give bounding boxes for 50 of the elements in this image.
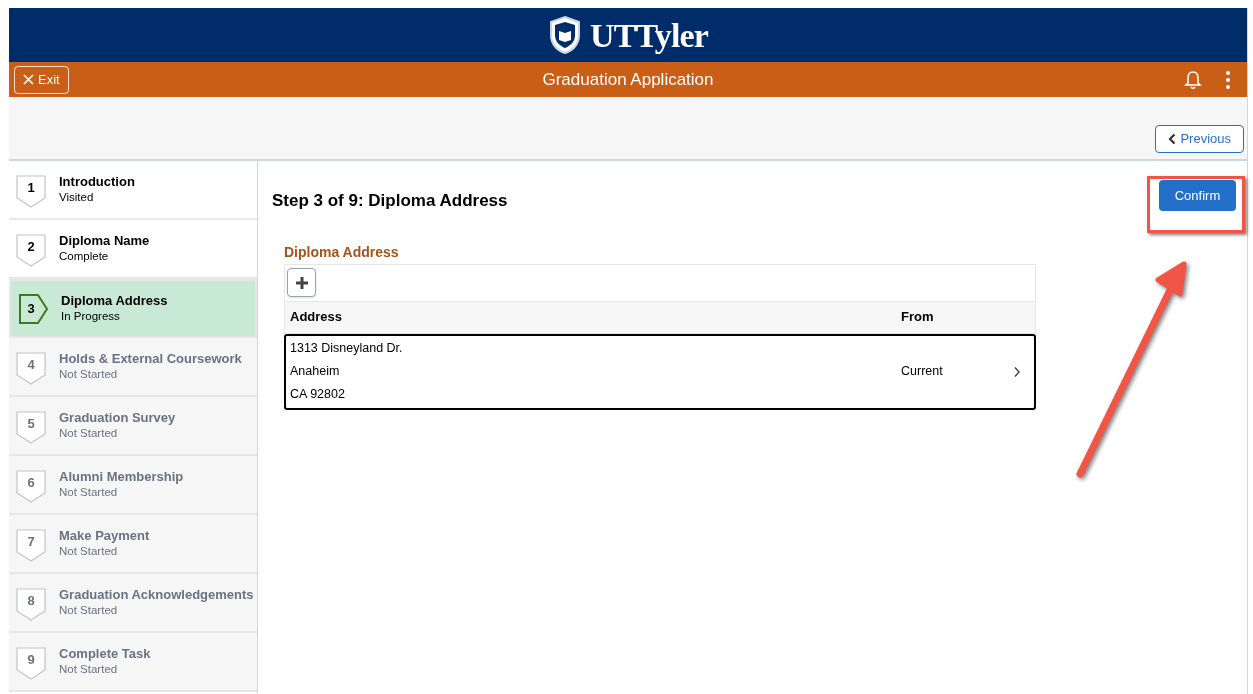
step-status: In Progress [61, 309, 121, 324]
step-status: Not Started [59, 485, 119, 500]
address-line: CA 92802 [290, 385, 346, 403]
step-number: 4 [27, 355, 35, 374]
step-status: Not Started [59, 603, 119, 618]
step-number: 6 [27, 473, 35, 492]
step-label: Graduation Survey [59, 410, 176, 427]
step-status: Not Started [59, 426, 119, 441]
step-status: Not Started [59, 662, 119, 677]
step-label: Introduction [59, 174, 135, 191]
column-header: From [901, 308, 934, 327]
address-line: Anaheim [290, 363, 341, 381]
table-cell-text: Current [901, 363, 944, 381]
logo-text: UTTyler [589, 15, 709, 56]
step-number: 3 [27, 299, 35, 318]
step-label: Make Payment [59, 528, 150, 545]
step-number: 5 [27, 414, 35, 433]
step-status: Complete [59, 249, 110, 264]
section-title: Diploma Address [284, 242, 400, 262]
plus-icon [294, 275, 309, 290]
step-label: Alumni Membership [59, 469, 184, 486]
step-label: Diploma Address [61, 293, 168, 310]
step-label: Holds & External Coursework [59, 351, 242, 368]
column-header: Address [289, 308, 344, 327]
previous-button[interactable]: Previous [1155, 125, 1244, 153]
step-heading: Step 3 of 9: Diploma Address [272, 190, 508, 212]
step-number: 9 [27, 650, 35, 669]
close-icon [23, 74, 34, 85]
table-row[interactable]: 1313 Disneyland Dr. Anaheim CA 92802 Current [284, 333, 1036, 410]
step-number: 8 [27, 591, 35, 610]
step-status: Not Started [59, 367, 119, 382]
address-line: 1313 Disneyland Dr. [290, 340, 404, 358]
step-number: 1 [27, 178, 35, 197]
step-status: Visited [59, 190, 95, 205]
step-number: 7 [27, 532, 35, 551]
notification-bell-icon[interactable] [1184, 69, 1202, 90]
step-label: Graduation Acknowledgements [59, 587, 254, 604]
step-status: Not Started [59, 544, 119, 559]
confirm-button[interactable]: Confirm [1159, 180, 1236, 211]
add-button[interactable] [287, 268, 316, 297]
step-item[interactable]: 3 Diploma Address In Progress [9, 279, 257, 338]
step-label: Complete Task [59, 646, 151, 663]
chevron-right-icon [1013, 365, 1021, 378]
exit-button[interactable]: Exit [14, 65, 69, 94]
step-label: Diploma Name [59, 233, 150, 250]
step-number: 2 [27, 237, 35, 256]
more-options-icon[interactable] [1226, 70, 1230, 89]
chevron-left-icon [1168, 133, 1177, 145]
page-title: Graduation Application [542, 68, 714, 91]
shield-icon [547, 15, 582, 55]
